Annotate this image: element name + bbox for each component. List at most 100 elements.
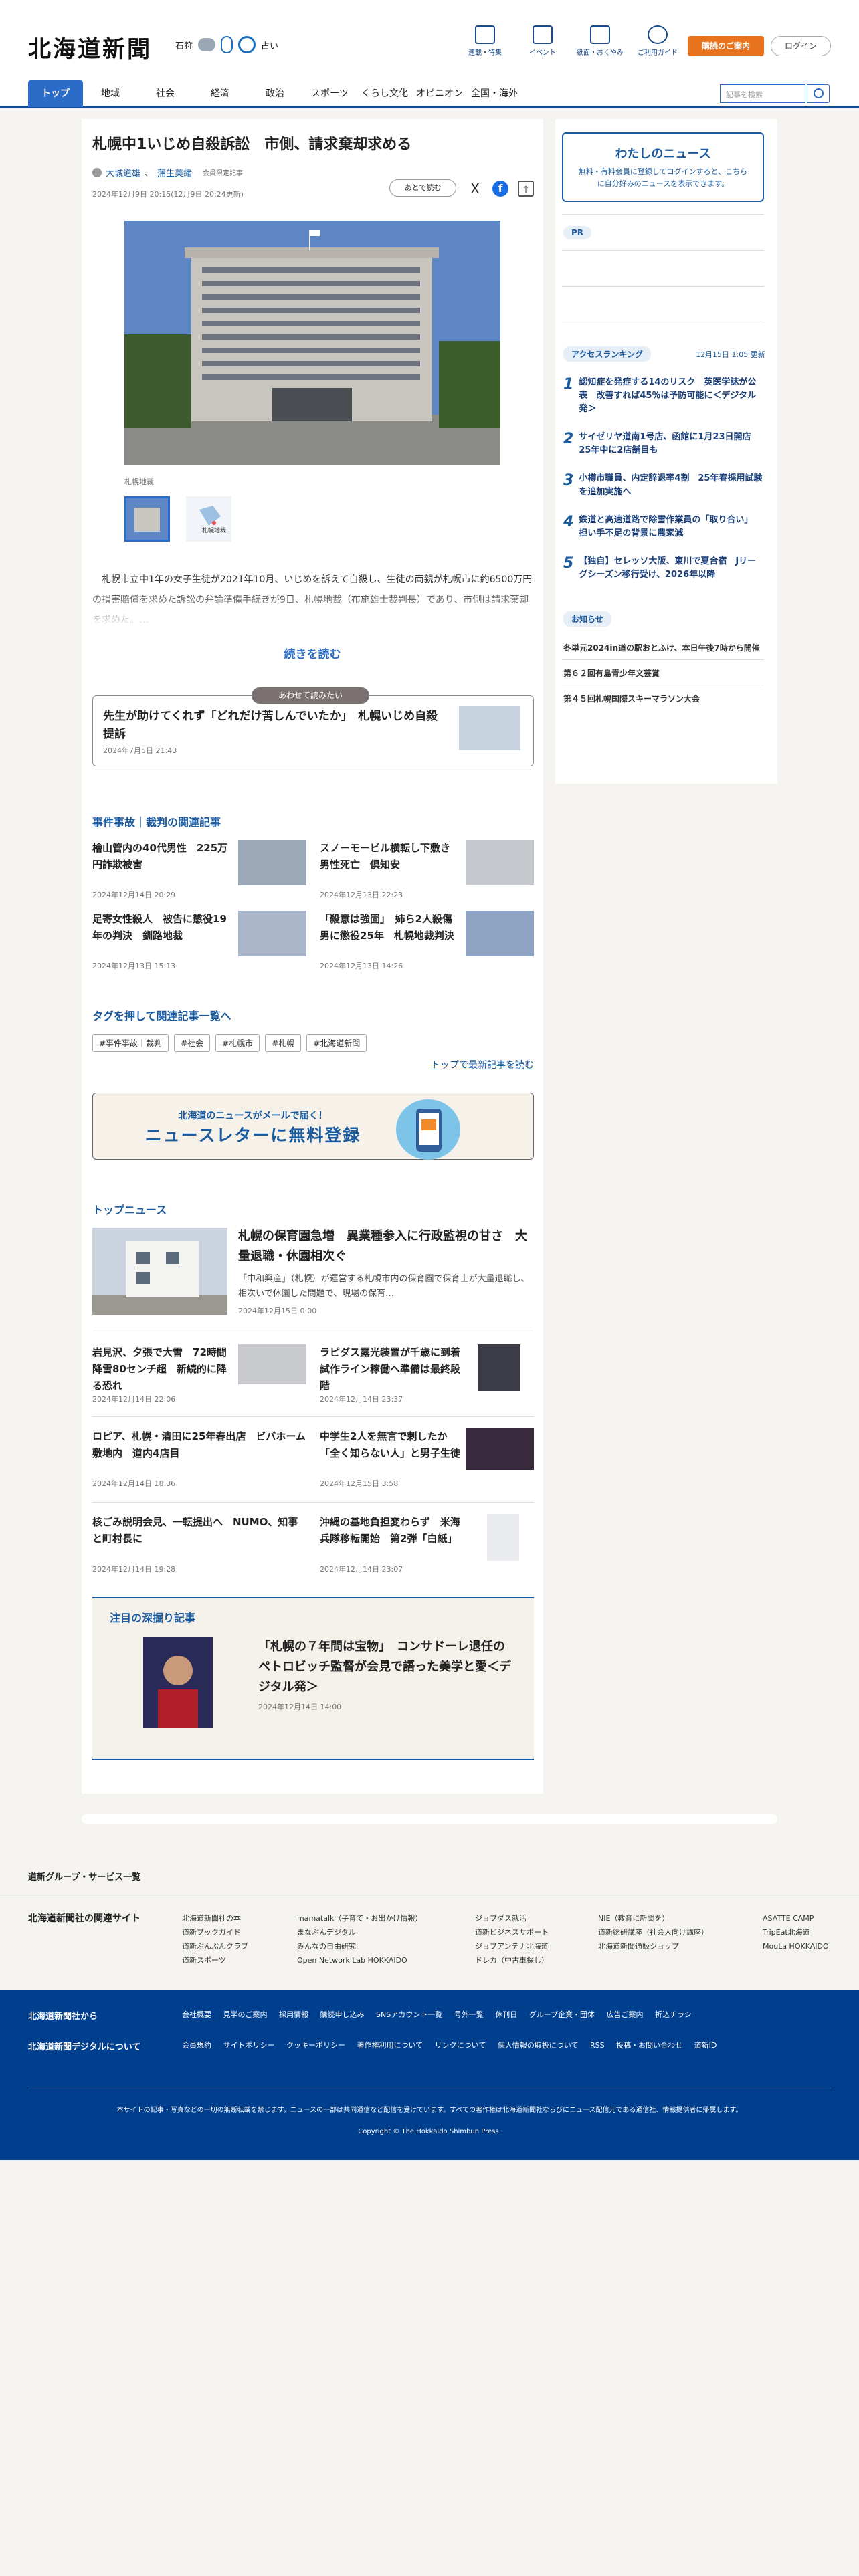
share-icon[interactable]: ↑: [518, 181, 534, 197]
nav-item-sports[interactable]: スポーツ: [302, 80, 357, 107]
ranking-item-3[interactable]: 3 小樽市職員、内定辞退率4割 25年春採用試験を追加実施へ: [563, 472, 764, 499]
notice-item-3[interactable]: 第４５回札幌国際スキーマラソン大会: [563, 693, 764, 704]
search-input[interactable]: 記事を検索: [720, 84, 805, 103]
footer-link[interactable]: 号外一覧: [454, 2010, 484, 2019]
also-read-title[interactable]: 先生が助けてくれず「どれだけ苦しんでいたか」 札幌いじめ自殺提訴: [103, 708, 444, 744]
thumbnail-1[interactable]: [124, 496, 170, 542]
also-read-thumbnail[interactable]: [459, 706, 520, 750]
guide-link[interactable]: ご利用ガイド: [634, 25, 681, 57]
related-site-link[interactable]: 道新ぶんぶんクラブ: [182, 1939, 248, 1953]
notice-heading[interactable]: お知らせ: [563, 611, 611, 627]
deep-dive-title[interactable]: 「札幌の７年間は宝物」 コンサドーレ退任のペトロビッチ監督が会見で語った美学と愛…: [258, 1637, 516, 1697]
footer-link[interactable]: 投稿・お問い合わせ: [616, 2041, 682, 2050]
site-logo[interactable]: 北海道新聞: [28, 31, 152, 64]
nav-item-politics[interactable]: 政治: [248, 80, 302, 107]
footer-link[interactable]: 会社概要: [182, 2010, 211, 2019]
read-more-link[interactable]: 続きを読む: [82, 645, 543, 661]
related-heading[interactable]: 事件事故｜裁判の関連記事: [92, 813, 221, 829]
footer-link[interactable]: グループ企業・団体: [529, 2010, 595, 2019]
footer-link[interactable]: リンクについて: [435, 2041, 486, 2050]
paper-link[interactable]: 紙面・おくやみ: [577, 25, 624, 57]
search-icon[interactable]: [807, 84, 830, 103]
group-services-link[interactable]: 道新グループ・サービス一覧: [28, 1870, 140, 1883]
footer-link[interactable]: 採用情報: [279, 2010, 308, 2019]
topnews-lead-title[interactable]: 札幌の保育園急増 異業種参入に行政監視の甘さ 大量退職・休園相次ぐ: [238, 1226, 534, 1267]
login-button[interactable]: ログイン: [771, 36, 831, 56]
topnews-lead-image[interactable]: [92, 1228, 227, 1315]
author-link-2[interactable]: 蒲生美緒: [157, 166, 192, 179]
top-latest-link[interactable]: トップで最新記事を読む: [401, 1058, 534, 1071]
related-site-link[interactable]: 道新ブックガイド: [182, 1925, 248, 1939]
related-site-link[interactable]: 北海道新聞社の本: [182, 1911, 248, 1925]
nav-item-top[interactable]: トップ: [28, 80, 83, 107]
related-site-link[interactable]: 道新ビジネスサポート: [475, 1925, 549, 1939]
related-site-link[interactable]: まなぶんデジタル: [297, 1925, 422, 1939]
footer-link[interactable]: 個人情報の取扱について: [498, 2041, 579, 2050]
footer-link[interactable]: RSS: [590, 2041, 605, 2050]
related-card-2[interactable]: スノーモービル横転し下敷き 男性死亡 倶知安 2024年12月13日 22:23: [320, 840, 534, 900]
footer-link[interactable]: 道新ID: [694, 2041, 717, 2050]
footer-link[interactable]: SNSアカウント一覧: [376, 2010, 442, 2019]
facebook-share-icon[interactable]: f: [492, 181, 508, 197]
related-site-link[interactable]: ドレカ（中古車探し）: [475, 1953, 549, 1967]
nav-item-opinion[interactable]: オピニオン: [412, 80, 467, 107]
related-site-link[interactable]: 北海道新聞通販ショップ: [598, 1939, 708, 1953]
footer-link[interactable]: 休刊日: [495, 2010, 517, 2019]
ranking-item-1[interactable]: 1 認知症を発症する14のリスク 英医学誌が公表 改善すれば45％は予防可能に＜デ…: [563, 376, 764, 416]
related-site-link[interactable]: みんなの自由研究: [297, 1939, 422, 1953]
footer-link[interactable]: 見学のご案内: [223, 2010, 268, 2019]
topnews-card-2[interactable]: ラピダス露光装置が千歳に到着 試作ライン稼働へ準備は最終段階 2024年12月1…: [320, 1344, 534, 1404]
ranking-item-4[interactable]: 4 鉄道と高速道路で除雪作業員の「取り合い」 担い手不足の背景に農家減: [563, 514, 764, 540]
related-card-4[interactable]: 「殺意は強固」 姉ら2人殺傷 男に懲役25年 札幌地裁判決 2024年12月13…: [320, 911, 534, 971]
footer-link[interactable]: 広告ご案内: [607, 2010, 644, 2019]
related-site-link[interactable]: ジョブアンテナ北海道: [475, 1939, 549, 1953]
tag-5[interactable]: #北海道新聞: [306, 1034, 367, 1052]
related-site-link[interactable]: mamatalk（子育て・お出かけ情報）: [297, 1911, 422, 1925]
footer-link[interactable]: 折込チラシ: [655, 2010, 692, 2019]
related-site-link[interactable]: TripEat北海道: [763, 1925, 829, 1939]
related-site-link[interactable]: 道新スポーツ: [182, 1953, 248, 1967]
subscribe-button[interactable]: 購読のご案内: [688, 36, 764, 56]
related-site-link[interactable]: ジョブダス就活: [475, 1911, 549, 1925]
events-link[interactable]: イベント: [519, 25, 566, 57]
related-site-link[interactable]: Open Network Lab HOKKAIDO: [297, 1953, 422, 1967]
topnews-card-5[interactable]: 核ごみ説明会見、一転提出へ NUMO、知事と町村長に 2024年12月14日 1…: [92, 1514, 306, 1574]
author-link-1[interactable]: 大城道雄: [106, 166, 140, 179]
notice-item-2[interactable]: 第６２回有島青少年文芸賞: [563, 667, 764, 679]
nav-item-society[interactable]: 社会: [138, 80, 193, 107]
nav-item-world[interactable]: 全国・海外: [467, 80, 522, 107]
topnews-card-1[interactable]: 岩見沢、夕張で大雪 72時間降雪80センチ超 新続的に降る恐れ 2024年12月…: [92, 1344, 306, 1404]
features-link[interactable]: 連載・特集: [462, 25, 508, 57]
notice-item-1[interactable]: 冬単元2024in道の駅おとふけ、本日午後7時から開催: [563, 642, 764, 653]
ranking-item-5[interactable]: 5 【独自】セレッソ大阪、東川で夏合宿 Jリーグシーズン移行受け、2026年以降: [563, 555, 764, 582]
tag-3[interactable]: #札幌市: [215, 1034, 260, 1052]
related-site-link[interactable]: ASATTE CAMP: [763, 1911, 829, 1925]
article-photo[interactable]: [124, 221, 500, 465]
related-card-3[interactable]: 足寄女性殺人 被告に懲役19年の判決 釧路地裁 2024年12月13日 15:1…: [92, 911, 306, 971]
topnews-card-4[interactable]: 中学生2人を無言で刺したか 「全く知らない人」と男子生徒 2024年12月15日…: [320, 1428, 534, 1489]
ranking-heading[interactable]: アクセスランキング: [563, 346, 652, 362]
ranking-item-2[interactable]: 2 サイゼリヤ道南1号店、函館に1月23日開店 25年中に2店舗目も: [563, 431, 764, 457]
nav-item-culture[interactable]: くらし文化: [357, 80, 412, 107]
topnews-card-3[interactable]: ロピア、札幌・清田に25年春出店 ビバホーム敷地内 道内4店目 2024年12月…: [92, 1428, 306, 1489]
footer-link[interactable]: クッキーポリシー: [286, 2041, 345, 2050]
thumbnail-2[interactable]: 札幌地裁: [186, 496, 231, 542]
tag-4[interactable]: #札幌: [265, 1034, 302, 1052]
footer-link[interactable]: 会員規約: [182, 2041, 211, 2050]
related-site-link[interactable]: MouLa HOKKAIDO: [763, 1939, 829, 1953]
footer-link[interactable]: サイトポリシー: [223, 2041, 275, 2050]
related-card-1[interactable]: 檜山管内の40代男性 225万円詐欺被害 2024年12月14日 20:29: [92, 840, 306, 900]
footer-link[interactable]: 購読申し込み: [320, 2010, 365, 2019]
read-later-button[interactable]: あとで読む: [389, 179, 456, 197]
topnews-card-6[interactable]: 沖縄の基地負担変わらず 米海兵隊移転開始 第2弾「白紙」 2024年12月14日…: [320, 1514, 534, 1574]
x-share-icon[interactable]: X: [467, 181, 483, 197]
related-site-link[interactable]: NIE（教育に新聞を）: [598, 1911, 708, 1925]
weather-widget[interactable]: 石狩 占い: [175, 36, 278, 53]
nav-item-economy[interactable]: 経済: [193, 80, 248, 107]
deep-dive-image[interactable]: [143, 1637, 213, 1728]
nav-item-region[interactable]: 地域: [83, 80, 138, 107]
footer-link[interactable]: 著作権利用について: [357, 2041, 423, 2050]
tag-1[interactable]: #事件事故｜裁判: [92, 1034, 169, 1052]
related-site-link[interactable]: 道新総研講座（社会人向け講座）: [598, 1925, 708, 1939]
tag-2[interactable]: #社会: [174, 1034, 211, 1052]
